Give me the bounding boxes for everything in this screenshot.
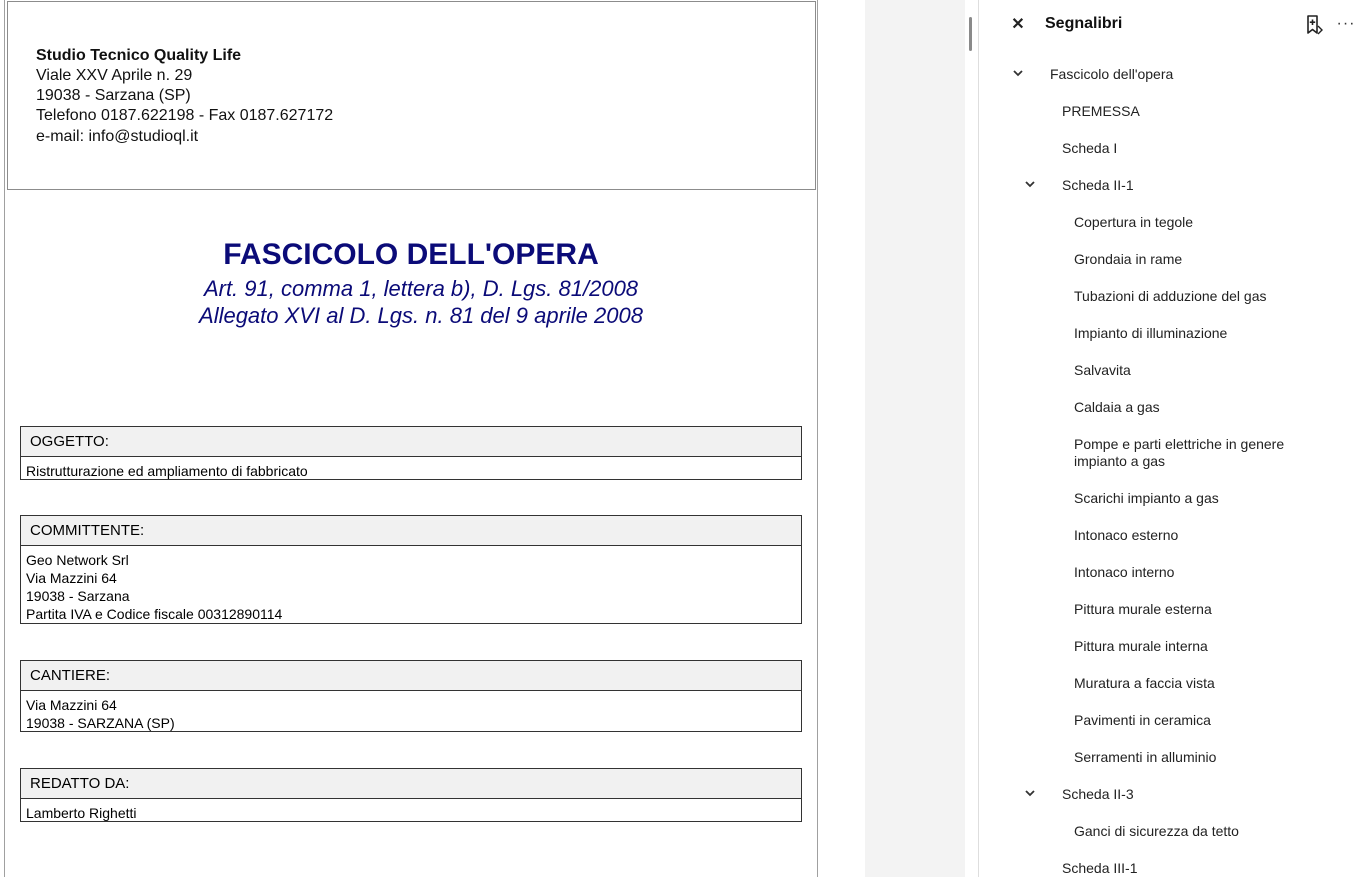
section-line: Lamberto Righetti	[26, 805, 137, 821]
close-icon[interactable]: ✕	[1007, 14, 1029, 36]
letterhead-box: Studio Tecnico Quality Life Viale XXV Ap…	[7, 1, 816, 190]
panel-title: Segnalibri	[1045, 15, 1123, 32]
bookmark-item[interactable]: Scheda I	[1062, 140, 1117, 157]
chevron-down-icon[interactable]	[1011, 66, 1025, 80]
section-line: Partita IVA e Codice fiscale 00312890114	[26, 606, 283, 622]
bookmark-item[interactable]: Intonaco esterno	[1074, 527, 1178, 544]
vertical-scrollbar[interactable]	[969, 17, 972, 51]
company-city: 19038 - Sarzana (SP)	[36, 87, 191, 104]
bookmark-item[interactable]: Scheda II-3	[1062, 786, 1134, 803]
section-heading: CANTIERE:	[21, 661, 801, 691]
section-line: Via Mazzini 64	[26, 570, 117, 586]
bookmark-item-line: Pompe e parti elettriche in genere	[1074, 436, 1285, 452]
bookmark-item[interactable]: Copertura in tegole	[1074, 214, 1193, 231]
section-heading: COMMITTENTE:	[21, 516, 801, 546]
bookmark-item[interactable]: Scheda III-1	[1062, 860, 1138, 877]
bookmark-item[interactable]: Caldaia a gas	[1074, 399, 1160, 416]
document-subtitle: Art. 91, comma 1, lettera b), D. Lgs. 81…	[203, 276, 639, 301]
bookmark-item[interactable]: Pavimenti in ceramica	[1074, 712, 1211, 729]
section-oggetto: OGGETTO: Ristrutturazione ed ampliamento…	[20, 426, 802, 480]
document-viewer[interactable]: Studio Tecnico Quality Life Viale XXV Ap…	[0, 0, 972, 877]
section-heading: REDATTO DA:	[21, 769, 801, 799]
section-line: Geo Network Srl	[26, 552, 129, 568]
bookmark-item[interactable]: Serramenti in alluminio	[1074, 749, 1216, 766]
bookmark-item[interactable]: Intonaco interno	[1074, 564, 1174, 581]
bookmark-add-icon[interactable]	[1304, 14, 1324, 36]
section-heading: OGGETTO:	[21, 427, 801, 457]
bookmark-item[interactable]: Pittura murale esterna	[1074, 601, 1212, 618]
section-committente: COMMITTENTE: Geo Network Srl Via Mazzini…	[20, 515, 802, 624]
bookmark-item[interactable]: Salvavita	[1074, 362, 1131, 379]
document-subtitle: Allegato XVI al D. Lgs. n. 81 del 9 apri…	[199, 303, 643, 328]
document-title: FASCICOLO DELL'OPERA	[223, 238, 599, 271]
section-line: 19038 - SARZANA (SP)	[26, 715, 175, 731]
bookmark-item[interactable]: Grondaia in rame	[1074, 251, 1182, 268]
bookmark-item-line: impianto a gas	[1074, 453, 1166, 469]
chevron-down-icon[interactable]	[1023, 177, 1037, 191]
viewer-background	[865, 0, 965, 877]
bookmark-item[interactable]: Fascicolo dell'opera	[1050, 66, 1173, 83]
section-line: 19038 - Sarzana	[26, 588, 130, 604]
pdf-page: Studio Tecnico Quality Life Viale XXV Ap…	[4, 0, 818, 877]
company-name: Studio Tecnico Quality Life	[36, 47, 242, 64]
bookmark-item[interactable]: Scarichi impianto a gas	[1074, 490, 1219, 507]
bookmark-item[interactable]: Pompe e parti elettriche in genere impia…	[1074, 436, 1284, 470]
section-line: Ristrutturazione ed ampliamento di fabbr…	[26, 463, 308, 479]
bookmark-item[interactable]: Ganci di sicurezza da tetto	[1074, 823, 1239, 840]
bookmark-item[interactable]: Pittura murale interna	[1074, 638, 1208, 655]
company-phone: Telefono 0187.622198 - Fax 0187.627172	[36, 107, 334, 124]
bookmark-item[interactable]: Muratura a faccia vista	[1074, 675, 1215, 692]
bookmark-item[interactable]: Tubazioni di adduzione del gas	[1074, 288, 1267, 305]
company-email: e-mail: info@studioql.it	[36, 128, 199, 145]
bookmark-item[interactable]: Scheda II-1	[1062, 177, 1134, 194]
section-redatto-da: REDATTO DA: Lamberto Righetti	[20, 768, 802, 822]
more-horizontal-icon[interactable]: ···	[1334, 12, 1358, 36]
bookmark-item[interactable]: Impianto di illuminazione	[1074, 325, 1227, 342]
chevron-down-icon[interactable]	[1023, 786, 1037, 800]
company-address: Viale XXV Aprile n. 29	[36, 67, 193, 84]
bookmark-item[interactable]: PREMESSA	[1062, 103, 1140, 120]
section-cantiere: CANTIERE: Via Mazzini 64 19038 - SARZANA…	[20, 660, 802, 732]
section-line: Via Mazzini 64	[26, 697, 117, 713]
